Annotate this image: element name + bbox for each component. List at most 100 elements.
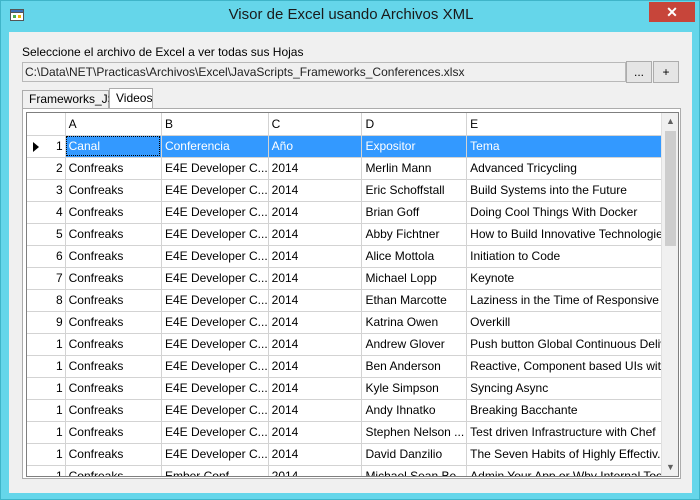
- table-row[interactable]: 3 Confreaks E4E Developer C... 2014 Eric…: [27, 179, 678, 202]
- row-header[interactable]: 9: [27, 311, 66, 334]
- grid-cell[interactable]: 2014: [268, 399, 363, 422]
- column-header-c[interactable]: C: [268, 113, 363, 136]
- grid-cell[interactable]: E4E Developer C...: [161, 421, 269, 444]
- corner-header[interactable]: [27, 113, 66, 136]
- grid-cell[interactable]: The Seven Habits of Highly Effectiv...: [466, 443, 678, 466]
- table-row[interactable]: 1 Canal Conferencia Año Expositor Tema: [27, 135, 678, 158]
- grid-cell[interactable]: E4E Developer C...: [161, 289, 269, 312]
- column-header-d[interactable]: D: [361, 113, 468, 136]
- table-row[interactable]: 5 Confreaks E4E Developer C... 2014 Abby…: [27, 223, 678, 246]
- grid-cell[interactable]: E4E Developer C...: [161, 201, 269, 224]
- grid-cell[interactable]: Confreaks: [65, 223, 162, 246]
- grid-cell[interactable]: Breaking Bacchante: [466, 399, 678, 422]
- table-row[interactable]: 6 Confreaks E4E Developer C... 2014 Alic…: [27, 245, 678, 268]
- grid-cell[interactable]: Laziness in the Time of Responsive ...: [466, 289, 678, 312]
- grid-cell[interactable]: 2014: [268, 333, 363, 356]
- grid-cell[interactable]: Michael Lopp: [361, 267, 468, 290]
- grid-cell[interactable]: E4E Developer C...: [161, 179, 269, 202]
- grid-cell[interactable]: Confreaks: [65, 465, 162, 476]
- grid-cell[interactable]: Doing Cool Things With Docker: [466, 201, 678, 224]
- table-row[interactable]: 1 Confreaks E4E Developer C... 2014 Ben …: [27, 355, 678, 378]
- grid-cell[interactable]: Initiation to Code: [466, 245, 678, 268]
- grid-cell[interactable]: E4E Developer C...: [161, 245, 269, 268]
- grid-cell[interactable]: E4E Developer C...: [161, 355, 269, 378]
- row-header[interactable]: 1: [27, 333, 66, 356]
- row-header[interactable]: 5: [27, 223, 66, 246]
- grid-cell[interactable]: Overkill: [466, 311, 678, 334]
- grid-cell[interactable]: Confreaks: [65, 333, 162, 356]
- row-header[interactable]: 1: [27, 135, 66, 158]
- grid-cell[interactable]: Stephen Nelson ...: [361, 421, 468, 444]
- add-button[interactable]: +: [653, 61, 679, 83]
- close-button[interactable]: ✕: [649, 2, 695, 22]
- row-header[interactable]: 1: [27, 399, 66, 422]
- scroll-up-icon[interactable]: ▲: [662, 113, 678, 130]
- grid-cell[interactable]: 2014: [268, 355, 363, 378]
- grid-cell[interactable]: David Danzilio: [361, 443, 468, 466]
- file-path-field[interactable]: C:\Data\NET\Practicas\Archivos\Excel\Jav…: [22, 62, 626, 82]
- table-row[interactable]: 1 Confreaks E4E Developer C... 2014 Step…: [27, 421, 678, 444]
- data-grid[interactable]: A B C D E 1 Canal Conferencia Año Exposi…: [26, 112, 679, 477]
- table-row[interactable]: 8 Confreaks E4E Developer C... 2014 Etha…: [27, 289, 678, 312]
- grid-cell[interactable]: 2014: [268, 267, 363, 290]
- grid-cell[interactable]: Keynote: [466, 267, 678, 290]
- grid-cell[interactable]: 2014: [268, 201, 363, 224]
- table-row[interactable]: 1 Confreaks E4E Developer C... 2014 Davi…: [27, 443, 678, 466]
- grid-cell[interactable]: Confreaks: [65, 289, 162, 312]
- grid-cell[interactable]: Confreaks: [65, 179, 162, 202]
- grid-cell[interactable]: Ethan Marcotte: [361, 289, 468, 312]
- grid-cell[interactable]: Build Systems into the Future: [466, 179, 678, 202]
- grid-cell[interactable]: E4E Developer C...: [161, 223, 269, 246]
- grid-cell[interactable]: Test driven Infrastructure with Chef: [466, 421, 678, 444]
- column-header-a[interactable]: A: [65, 113, 162, 136]
- grid-cell[interactable]: Confreaks: [65, 245, 162, 268]
- grid-cell[interactable]: Confreaks: [65, 443, 162, 466]
- grid-cell[interactable]: Admin Your App or Why Internal Too...: [466, 465, 678, 476]
- grid-cell[interactable]: 2014: [268, 245, 363, 268]
- grid-cell[interactable]: Reactive, Component based UIs wit...: [466, 355, 678, 378]
- grid-cell[interactable]: How to Build Innovative Technologies: [466, 223, 678, 246]
- grid-cell[interactable]: 2014: [268, 443, 363, 466]
- scroll-down-icon[interactable]: ▼: [662, 459, 678, 476]
- grid-cell[interactable]: Expositor: [361, 135, 468, 158]
- row-header[interactable]: 4: [27, 201, 66, 224]
- row-header[interactable]: 2: [27, 157, 66, 180]
- table-row[interactable]: 1 Confreaks E4E Developer C... 2014 Kyle…: [27, 377, 678, 400]
- grid-cell[interactable]: Confreaks: [65, 421, 162, 444]
- grid-cell[interactable]: 2014: [268, 377, 363, 400]
- grid-cell[interactable]: Ben Anderson: [361, 355, 468, 378]
- grid-cell[interactable]: Confreaks: [65, 377, 162, 400]
- row-header[interactable]: 1: [27, 443, 66, 466]
- grid-cell[interactable]: 2014: [268, 311, 363, 334]
- tab-frameworks-js[interactable]: Frameworks_JS: [22, 90, 116, 109]
- tab-videos[interactable]: Videos: [109, 88, 153, 109]
- grid-cell[interactable]: E4E Developer C...: [161, 157, 269, 180]
- grid-cell[interactable]: 2014: [268, 157, 363, 180]
- table-row[interactable]: 7 Confreaks E4E Developer C... 2014 Mich…: [27, 267, 678, 290]
- grid-cell[interactable]: 2014: [268, 289, 363, 312]
- grid-cell[interactable]: 2014: [268, 179, 363, 202]
- grid-cell[interactable]: Tema: [466, 135, 678, 158]
- grid-cell[interactable]: Canal: [65, 135, 162, 158]
- table-row[interactable]: 2 Confreaks E4E Developer C... 2014 Merl…: [27, 157, 678, 180]
- vertical-scrollbar[interactable]: ▲ ▼: [661, 113, 678, 476]
- row-header[interactable]: 1: [27, 421, 66, 444]
- table-row[interactable]: 1 Confreaks E4E Developer C... 2014 Andy…: [27, 399, 678, 422]
- grid-cell[interactable]: Brian Goff: [361, 201, 468, 224]
- grid-cell[interactable]: E4E Developer C...: [161, 333, 269, 356]
- row-header[interactable]: 8: [27, 289, 66, 312]
- grid-cell[interactable]: Merlin Mann: [361, 157, 468, 180]
- grid-cell[interactable]: Confreaks: [65, 355, 162, 378]
- grid-cell[interactable]: Syncing Async: [466, 377, 678, 400]
- title-bar[interactable]: Visor de Excel usando Archivos XML ✕: [1, 1, 700, 31]
- grid-cell[interactable]: Advanced Tricycling: [466, 157, 678, 180]
- grid-cell[interactable]: E4E Developer C...: [161, 267, 269, 290]
- table-row[interactable]: 4 Confreaks E4E Developer C... 2014 Bria…: [27, 201, 678, 224]
- grid-cell[interactable]: Confreaks: [65, 311, 162, 334]
- grid-cell[interactable]: E4E Developer C...: [161, 311, 269, 334]
- column-header-b[interactable]: B: [161, 113, 269, 136]
- grid-cell[interactable]: E4E Developer C...: [161, 399, 269, 422]
- grid-cell[interactable]: Eric Schoffstall: [361, 179, 468, 202]
- column-header-e[interactable]: E: [466, 113, 678, 136]
- grid-cell[interactable]: Alice Mottola: [361, 245, 468, 268]
